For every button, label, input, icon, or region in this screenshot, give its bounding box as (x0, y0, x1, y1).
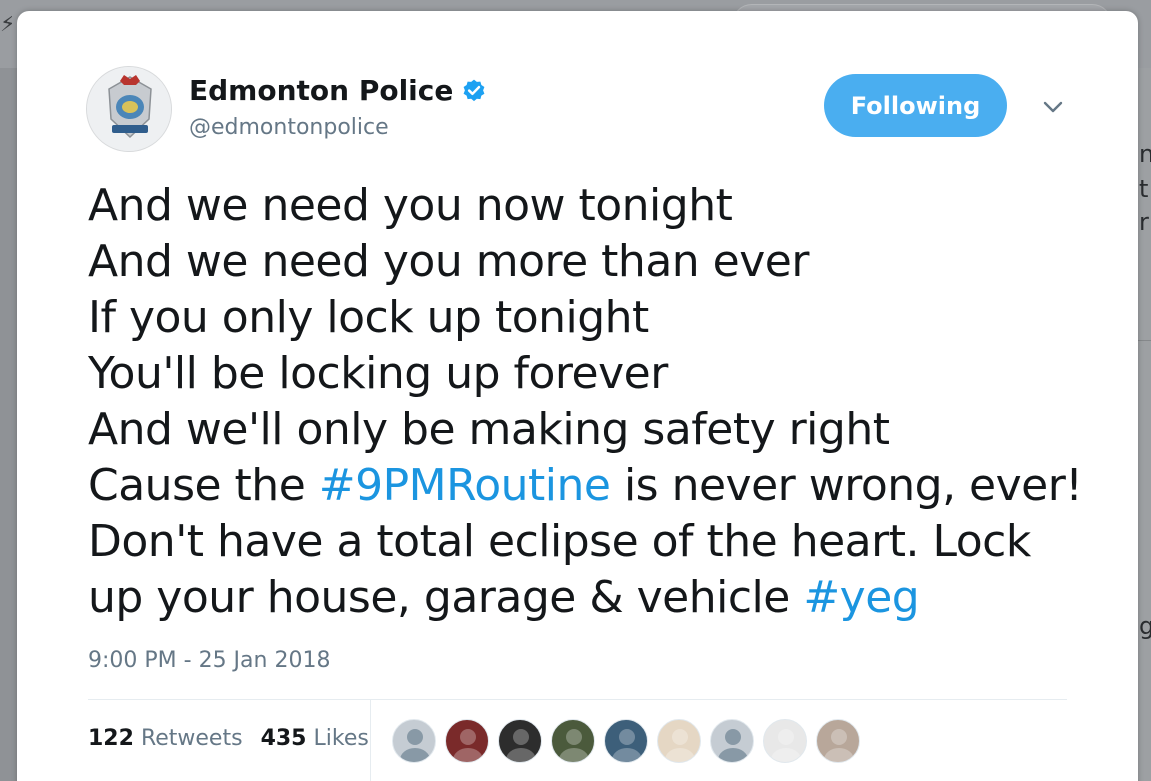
account-handle[interactable]: @edmontonpolice (189, 115, 389, 140)
tweet-line: And we need you now tonight (88, 180, 733, 231)
account-name[interactable]: Edmonton Police (189, 74, 487, 107)
default-avatar-icon[interactable] (710, 719, 754, 763)
likes-label: Likes (313, 726, 369, 751)
divider (88, 699, 1067, 700)
user-avatar-icon[interactable] (498, 719, 542, 763)
liker-avatars (392, 719, 860, 763)
background-nav-icon: ⚡ (0, 12, 12, 37)
tweet-timestamp[interactable]: 9:00 PM - 25 Jan 2018 (88, 648, 330, 673)
background-text-fragment: t (1139, 175, 1149, 203)
tweet-line: And we need you more than ever (88, 236, 809, 287)
tweet-line: Don't have a total eclipse of the heart.… (88, 516, 1031, 567)
likes-stat[interactable]: 435 Likes (261, 726, 369, 751)
tweet-line: up your house, garage & vehicle #yeg (88, 570, 1088, 626)
tweet-stats: 122 Retweets 435 Likes (88, 726, 369, 751)
user-avatar-icon[interactable] (445, 719, 489, 763)
tweet-text-segment: up your house, garage & vehicle (88, 572, 804, 623)
retweets-label: Retweets (140, 726, 243, 751)
chevron-down-icon[interactable] (1040, 96, 1066, 118)
background-text-fragment: n (1139, 140, 1151, 168)
stats-divider (370, 700, 371, 781)
user-avatar-icon[interactable] (551, 719, 595, 763)
background-text-fragment: ri (1139, 208, 1151, 236)
following-button[interactable]: Following (824, 74, 1007, 137)
verified-badge-icon (463, 79, 485, 101)
retweets-count: 122 (88, 726, 134, 751)
user-avatar-icon[interactable] (604, 719, 648, 763)
tweet-line: If you only lock up tonight (88, 292, 649, 343)
police-crest-icon[interactable] (86, 66, 172, 152)
default-avatar-icon[interactable] (392, 719, 436, 763)
user-avatar-icon[interactable] (657, 719, 701, 763)
account-name-text[interactable]: Edmonton Police (189, 74, 453, 107)
user-avatar-icon[interactable] (816, 719, 860, 763)
hashtag-link-yeg[interactable]: #yeg (803, 572, 919, 623)
tweet-line: And we'll only be making safety right (88, 404, 890, 455)
likes-count: 435 (260, 726, 307, 751)
tweet-text-segment: Cause the (88, 460, 319, 511)
retweets-stat[interactable]: 122 Retweets (88, 726, 243, 751)
tweet-text-segment: is never wrong, ever! (610, 460, 1083, 511)
user-avatar-icon[interactable] (763, 719, 807, 763)
background-text-fragment: g (1139, 612, 1151, 640)
hashtag-link-9pmroutine[interactable]: #9PMRoutine (319, 460, 611, 511)
tweet-text: And we need you now tonight And we need … (88, 178, 1088, 626)
tweet-line: You'll be locking up forever (88, 348, 668, 399)
tweet-line: Cause the #9PMRoutine is never wrong, ev… (88, 458, 1088, 514)
